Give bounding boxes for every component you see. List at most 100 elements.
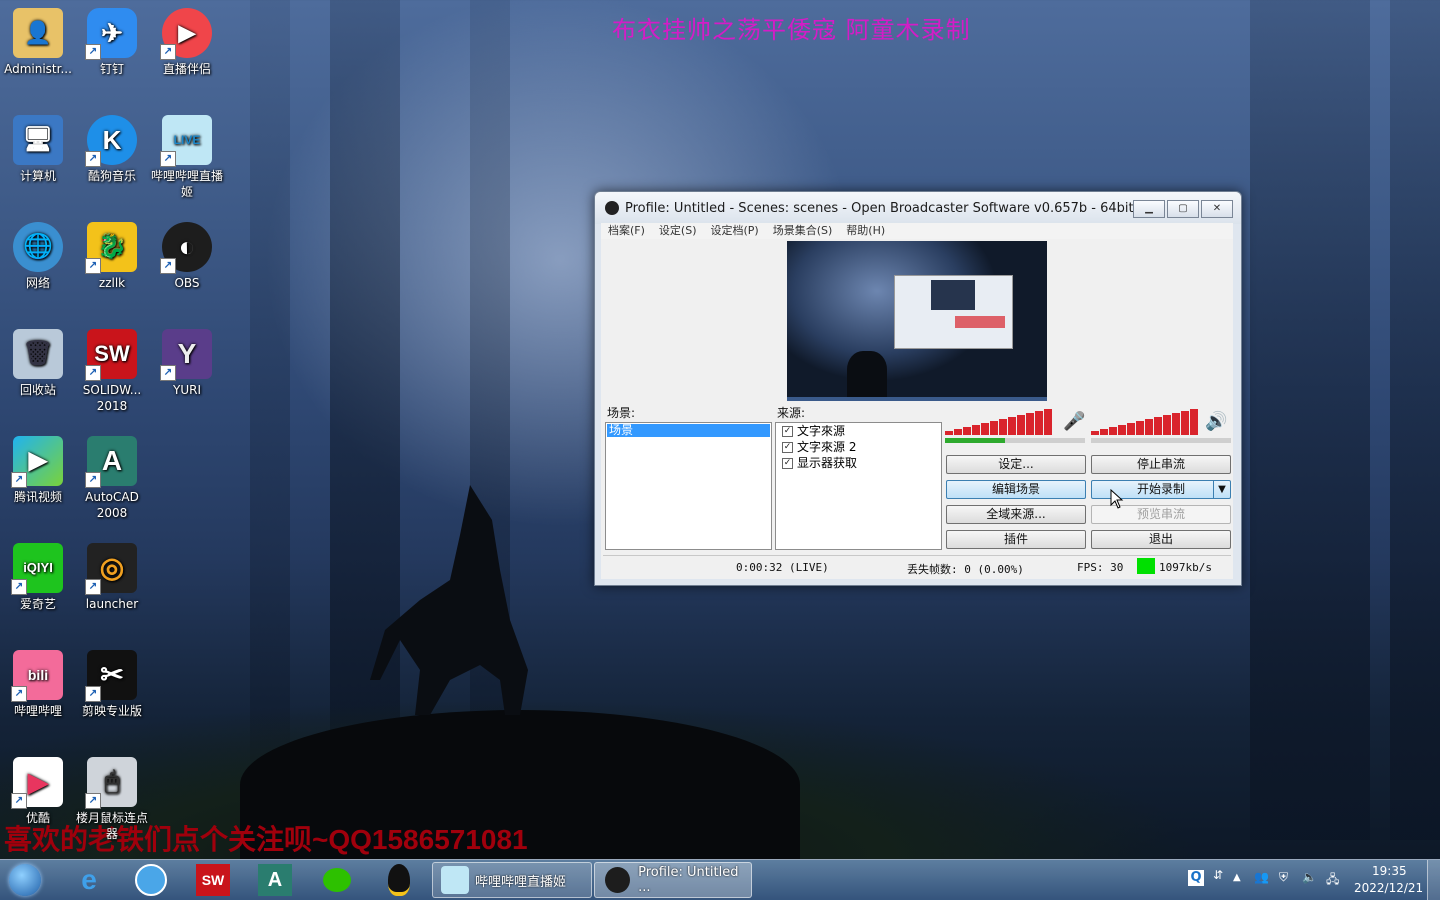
sources-list[interactable]: ✓ 文字來源 ✓ 文字來源 2 ✓ 显示器获取 <box>775 422 942 550</box>
obs-window-title: Profile: Untitled - Scenes: scenes - Ope… <box>625 200 1134 216</box>
obs-icon <box>605 867 631 893</box>
desktop-icon-obs[interactable]: ◐ ↗ OBS <box>149 222 225 291</box>
browser-icon[interactable] <box>134 864 168 896</box>
network-tray-icon[interactable]: 🖧 <box>1326 870 1339 891</box>
autocad-taskbar-icon[interactable]: A <box>258 864 292 896</box>
desktop-icon-dingtalk[interactable]: ✈ ↗ 钉钉 <box>74 8 150 77</box>
desktop-icon-kugou[interactable]: K ↗ 酷狗音乐 <box>74 115 150 184</box>
desktop-icon-label: 哔哩哔哩 <box>13 704 62 718</box>
clock-date[interactable]: 2022/12/21 <box>1354 881 1423 895</box>
qq-icon[interactable] <box>382 864 416 896</box>
edit-scene-button[interactable]: 编辑场景 <box>946 480 1086 499</box>
volume-icon[interactable]: 🔈 <box>1302 870 1317 884</box>
menu-help[interactable]: 帮助(H) <box>839 223 892 239</box>
shortcut-arrow-icon: ↗ <box>85 686 101 702</box>
desktop-level-bar <box>1091 438 1231 443</box>
source-item[interactable]: ✓ 显示器获取 <box>776 455 941 471</box>
checkbox[interactable]: ✓ <box>782 457 793 469</box>
iqiyi-icon: iQIYI ↗ <box>11 543 63 595</box>
taskbar-item-obs[interactable]: Profile: Untitled ... <box>594 862 752 898</box>
taskbar-item-bilibili-live[interactable]: 哔哩哔哩直播姬 <box>432 862 592 898</box>
desktop-icon-label: 剪映专业版 <box>81 704 142 718</box>
shortcut-arrow-icon: ↗ <box>160 258 176 274</box>
desktop-icon-iqiyi[interactable]: iQIYI ↗ 爱奇艺 <box>0 543 76 612</box>
close-button[interactable]: ✕ <box>1201 200 1233 218</box>
desktop-icon-zzllk[interactable]: 🐉 ↗ zzllk <box>74 222 150 291</box>
desktop-icon-capcut[interactable]: ✂ ↗ 剪映专业版 <box>74 650 150 719</box>
mic-volume-meter[interactable] <box>945 409 1052 435</box>
desktop-icon-label: 直播伴侣 <box>162 62 211 76</box>
stream-preview[interactable] <box>787 241 1047 401</box>
desktop-volume-meter[interactable] <box>1091 409 1198 435</box>
desktop-icon-network[interactable]: 🌐 网络 <box>0 222 76 291</box>
start-recording-label: 开始录制 <box>1136 482 1185 496</box>
desktop-icon-live-companion[interactable]: ▶ ↗ 直播伴侣 <box>149 8 225 77</box>
plugins-button[interactable]: 插件 <box>946 530 1086 549</box>
desktop-icon-administrator[interactable]: 👤 Administr... <box>0 8 76 77</box>
scene-item[interactable]: 场景 <box>607 424 770 437</box>
taskbar-item-label: 哔哩哔哩直播姬 <box>475 874 567 890</box>
maximize-button[interactable]: ▢ <box>1167 200 1199 218</box>
shortcut-arrow-icon: ↗ <box>85 44 101 60</box>
source-label: 显示器获取 <box>797 456 858 470</box>
desktop-icon-tencent-video[interactable]: ▶ ↗ 腾讯视频 <box>0 436 76 505</box>
desktop-icon-yuri[interactable]: Y ↗ YURI <box>149 329 225 398</box>
yuri-icon: Y ↗ <box>160 329 212 381</box>
stream-time: 0:00:32 (LIVE) <box>736 561 829 574</box>
menu-scene-collection[interactable]: 场景集合(S) <box>766 223 840 239</box>
desktop-icon-computer[interactable]: 🖥 计算机 <box>0 115 76 184</box>
desktop-icon-launcher[interactable]: ◎ ↗ launcher <box>74 543 150 612</box>
start-button[interactable] <box>8 864 42 896</box>
settings-button[interactable]: 设定... <box>946 455 1086 474</box>
checkbox[interactable]: ✓ <box>782 441 793 453</box>
global-sources-button[interactable]: 全域来源... <box>946 505 1086 524</box>
tray-shield-icon[interactable]: ⛨ <box>1279 870 1288 885</box>
menu-profile[interactable]: 设定档(P) <box>704 223 766 239</box>
desktop-icon-label: 哔哩哔哩直播姬 <box>150 169 223 199</box>
clock-time[interactable]: 19:35 <box>1372 864 1407 878</box>
source-item[interactable]: ✓ 文字來源 2 <box>776 439 941 455</box>
checkbox[interactable]: ✓ <box>782 425 793 437</box>
scenes-list[interactable]: 场景 <box>605 422 772 550</box>
chevron-down-icon[interactable]: ▼ <box>1213 481 1230 498</box>
show-hidden-icons-chevron-icon[interactable]: ▲ <box>1233 872 1241 883</box>
desktop-icon-recycle-bin[interactable]: 🗑 回收站 <box>0 329 76 398</box>
shortcut-arrow-icon: ↗ <box>160 151 176 167</box>
menu-settings[interactable]: 设定(S) <box>652 223 704 239</box>
desktop-icon-autocad[interactable]: A ↗ AutoCAD 2008 <box>74 436 150 521</box>
stop-stream-button[interactable]: 停止串流 <box>1091 455 1231 474</box>
desktop-icon-bilibili[interactable]: bili ↗ 哔哩哔哩 <box>0 650 76 719</box>
source-label: 文字來源 2 <box>797 440 857 454</box>
desktop-icon-label: 网络 <box>25 276 50 290</box>
mouse-cursor-icon <box>1110 489 1124 509</box>
desktop-icon-label: Administr... <box>4 62 72 76</box>
wechat-icon[interactable] <box>320 864 354 896</box>
autocad-icon: A ↗ <box>85 436 137 488</box>
obs-window[interactable]: Profile: Untitled - Scenes: scenes - Ope… <box>594 191 1242 586</box>
microphone-icon[interactable]: 🎤 <box>1063 411 1085 432</box>
computer-icon: 🖥 <box>13 115 63 165</box>
recycle-bin-icon: 🗑 <box>13 329 63 379</box>
internet-explorer-icon[interactable]: e <box>72 864 106 896</box>
capcut-icon: ✂ ↗ <box>85 650 137 702</box>
desktop-icon-label: zzllk <box>98 276 126 290</box>
dropped-frames: 丢失帧数: 0 (0.00%) <box>907 563 1024 576</box>
dingtalk-icon: ✈ ↗ <box>85 8 137 60</box>
tray-qq-icon[interactable]: Q <box>1188 870 1204 886</box>
tray-pen-icon[interactable]: ⇵ <box>1213 868 1223 882</box>
desktop-icon-solidworks[interactable]: SW ↗ SOLIDW... 2018 <box>74 329 150 414</box>
solidworks-taskbar-icon[interactable]: SW <box>196 864 230 896</box>
status-bar: 0:00:32 (LIVE) 丢失帧数: 0 (0.00%) FPS: 30 1… <box>603 555 1231 578</box>
desktop-icon-youku[interactable]: ▶ ↗ 优酷 <box>0 757 76 826</box>
exit-button[interactable]: 退出 <box>1091 530 1231 549</box>
desktop-icon-auto-clicker[interactable]: 🖱 ↗ 楼月鼠标连点器 <box>74 757 150 842</box>
tray-user-icon[interactable]: 👥 <box>1254 870 1269 884</box>
sources-label: 来源: <box>777 406 806 420</box>
speaker-icon[interactable]: 🔊 <box>1205 411 1227 432</box>
desktop-icon-label: OBS <box>174 276 200 290</box>
desktop-icon-bilibili-live[interactable]: LIVE ↗ 哔哩哔哩直播姬 <box>149 115 225 200</box>
menu-file[interactable]: 档案(F) <box>601 223 652 239</box>
source-item[interactable]: ✓ 文字來源 <box>776 423 941 439</box>
show-desktop-button[interactable] <box>1427 860 1440 900</box>
minimize-button[interactable]: ▁ <box>1133 200 1165 218</box>
